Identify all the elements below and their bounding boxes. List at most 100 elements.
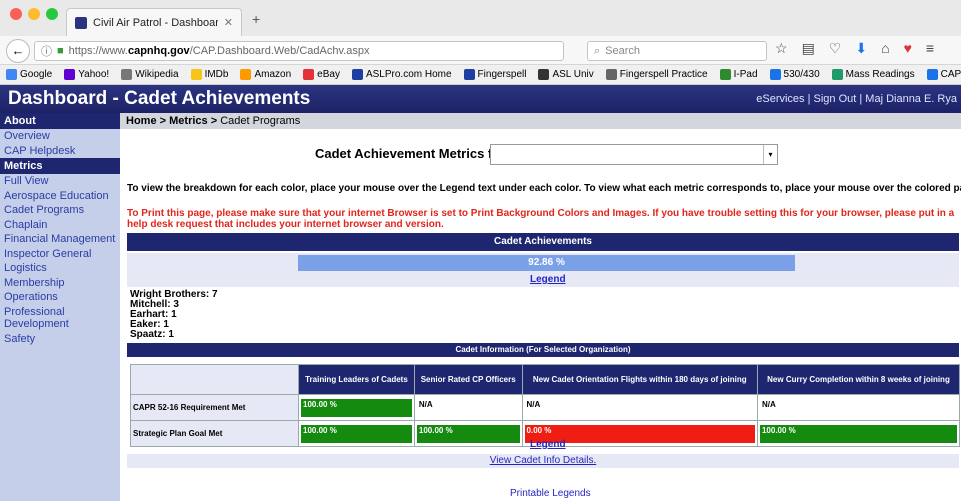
sidebar: About Overview CAP Helpdesk Metrics Full … — [0, 113, 120, 501]
metric-value: N/A — [761, 399, 776, 409]
bookmark-item[interactable]: Google — [6, 69, 52, 80]
pocket-icon[interactable]: ♡ — [829, 40, 842, 57]
addon-icon[interactable]: ♥ — [904, 40, 912, 57]
bookmark-favicon-icon — [605, 69, 617, 80]
minimize-window-icon[interactable] — [28, 8, 40, 20]
back-arrow-icon[interactable]: ← — [6, 39, 30, 63]
sidebar-item-overview[interactable]: Overview — [0, 129, 120, 144]
bookmark-item[interactable]: Amazon — [240, 69, 291, 80]
sidebar-item-safety[interactable]: Safety — [0, 332, 120, 347]
cadet-info-heading: Cadet Information (For Selected Organiza… — [127, 343, 959, 357]
new-tab-icon[interactable]: + — [252, 11, 260, 27]
table-cell: 100.00 % — [413, 420, 523, 447]
bookmark-item[interactable]: Fingerspell — [463, 69, 526, 80]
view-cadet-details-link[interactable]: View Cadet Info Details. — [490, 455, 597, 466]
sidebar-item-cap-helpdesk[interactable]: CAP Helpdesk — [0, 144, 120, 159]
header-links[interactable]: eServices | Sign Out | Maj Dianna E. Rya — [756, 93, 957, 105]
dropdown-arrow-icon[interactable]: ▾ — [763, 145, 777, 164]
sidebar-item-professional-development[interactable]: Professional Development — [0, 305, 120, 332]
close-tab-icon[interactable]: ✕ — [224, 16, 233, 29]
bookmark-item[interactable]: Fingerspell Practice — [605, 69, 708, 80]
table-column-header: New Cadet Orientation Flights within 180… — [521, 364, 758, 395]
table-cell: 100.00 % — [756, 420, 961, 447]
achievements-legend-link[interactable]: Legend — [530, 274, 566, 285]
bookmark-favicon-icon — [303, 69, 315, 80]
sidebar-item-chaplain[interactable]: Chaplain — [0, 218, 120, 233]
filter-label: Cadet Achievement Metrics for: — [315, 146, 510, 161]
bookmarks-bar: Google Yahoo! Wikipedia IMDb Amazon eBay ASLPr… — [0, 65, 961, 85]
bookmark-item[interactable]: Wikipedia — [121, 69, 179, 80]
reading-list-icon[interactable]: ▤ — [802, 40, 815, 57]
search-icon: ⌕ — [594, 44, 601, 57]
sidebar-item-logistics[interactable]: Logistics — [0, 261, 120, 276]
bookmark-item[interactable]: 530/430 — [769, 69, 820, 80]
row-label: CAPR 52-16 Requirement Met — [130, 394, 299, 421]
cadet-info-legend-link[interactable]: Legend — [530, 439, 566, 450]
bookmark-favicon-icon — [831, 69, 843, 80]
url-bar[interactable]: ⓘ ■ https://www.capnhq.gov/CAP.Dashboard… — [34, 41, 564, 61]
bookmark-item[interactable]: Mass Readings — [831, 69, 915, 80]
toolbar-icons: ☆ ▤ ♡ ⬇ ⌂ ♥ ≡ — [775, 40, 934, 57]
sidebar-about-heading: About — [0, 113, 120, 129]
menu-icon[interactable]: ≡ — [926, 40, 934, 57]
table-cell: N/A — [756, 394, 961, 421]
star-icon[interactable]: ☆ — [775, 40, 788, 57]
sidebar-item-aerospace-education[interactable]: Aerospace Education — [0, 189, 120, 204]
achievement-count: Spaatz: 1 — [130, 329, 174, 340]
info-icon[interactable]: ⓘ — [41, 43, 52, 59]
bookmark-item[interactable]: IMDb — [190, 69, 228, 80]
download-icon[interactable]: ⬇ — [855, 40, 867, 57]
sidebar-item-financial-management[interactable]: Financial Management — [0, 232, 120, 247]
bookmark-favicon-icon — [719, 69, 731, 80]
table-cell: 100.00 % — [298, 420, 415, 447]
metric-status-bar[interactable]: 100.00 % — [416, 424, 520, 443]
page-header: Dashboard - Cadet Achievements eServices… — [0, 85, 961, 113]
lock-icon: ■ — [57, 45, 64, 57]
achievement-progress-bar[interactable]: 92.86 % — [298, 255, 795, 271]
bookmark-favicon-icon — [463, 69, 475, 80]
bookmark-item[interactable]: Yahoo! — [64, 69, 109, 80]
browser-tab[interactable]: Civil Air Patrol - Dashboard ... ✕ — [66, 8, 242, 36]
bookmark-item[interactable]: CAPMail — [926, 69, 961, 80]
sidebar-item-operations[interactable]: Operations — [0, 290, 120, 305]
sidebar-item-full-view[interactable]: Full View — [0, 174, 120, 189]
metric-status-bar[interactable]: 100.00 % — [301, 424, 412, 443]
printable-legends-link[interactable]: Printable Legends — [510, 488, 591, 499]
close-window-icon[interactable] — [10, 8, 22, 20]
bookmark-item[interactable]: ASLPro.com Home — [351, 69, 452, 80]
url-text: https://www.capnhq.gov/CAP.Dashboard.Web… — [68, 45, 370, 57]
sidebar-item-cadet-programs[interactable]: Cadet Programs — [0, 203, 120, 218]
cadet-achievements-heading: Cadet Achievements — [127, 233, 959, 251]
breadcrumb: Home > Metrics > Cadet Programs — [120, 113, 961, 129]
cadet-info-table: Training Leaders of Cadets Senior Rated C… — [130, 364, 961, 447]
bookmark-favicon-icon — [190, 69, 202, 80]
bookmark-favicon-icon — [769, 69, 781, 80]
sidebar-item-inspector-general[interactable]: Inspector General — [0, 247, 120, 262]
metric-status-bar[interactable]: 100.00 % — [759, 424, 957, 443]
table-column-header: New Curry Completion within 8 weeks of j… — [756, 364, 961, 395]
page-title: Dashboard - Cadet Achievements — [8, 88, 311, 109]
bookmark-favicon-icon — [64, 69, 76, 80]
cadet-info-details-row: View Cadet Info Details. — [127, 454, 959, 468]
table-cell: N/A — [521, 394, 758, 421]
table-column-header — [130, 364, 299, 395]
bookmark-favicon-icon — [351, 69, 363, 80]
breadcrumb-home[interactable]: Home — [126, 115, 157, 127]
organization-select[interactable]: ▾ — [490, 144, 778, 165]
cap-favicon-icon — [75, 16, 87, 29]
bookmark-item[interactable]: ASL Univ — [538, 69, 594, 80]
maximize-window-icon[interactable] — [46, 8, 58, 20]
table-column-header: Senior Rated CP Officers — [413, 364, 523, 395]
tab-title: Civil Air Patrol - Dashboard ... — [93, 16, 218, 29]
bookmark-item[interactable]: I-Pad — [719, 69, 758, 80]
home-icon[interactable]: ⌂ — [881, 40, 889, 57]
search-bar[interactable]: ⌕ Search — [587, 41, 767, 61]
bookmark-item[interactable]: eBay — [303, 69, 340, 80]
print-note: To Print this page, please make sure tha… — [127, 208, 955, 230]
sidebar-item-membership[interactable]: Membership — [0, 276, 120, 291]
breadcrumb-metrics[interactable]: Metrics — [169, 115, 208, 127]
breadcrumb-current: Cadet Programs — [220, 115, 301, 127]
metric-status-bar[interactable]: 100.00 % — [301, 398, 412, 417]
instructions-text: To view the breakdown for each color, pl… — [127, 183, 961, 194]
bookmark-favicon-icon — [121, 69, 133, 80]
